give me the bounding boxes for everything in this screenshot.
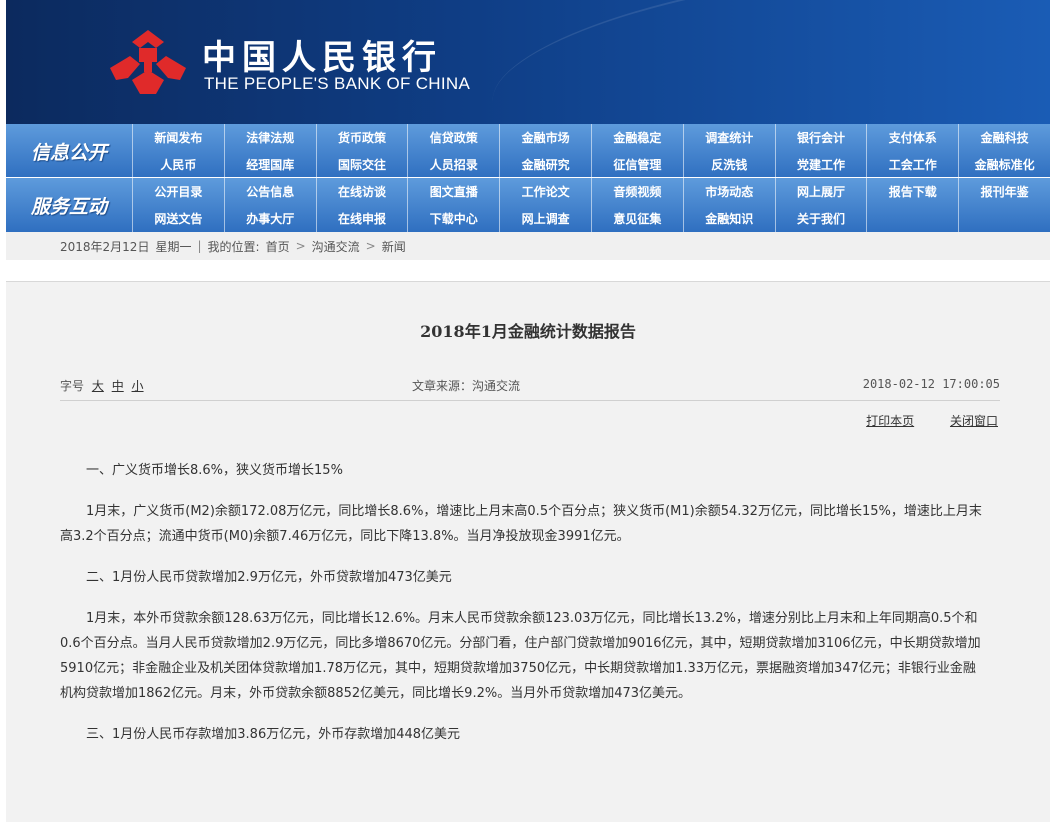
nav-service-interaction: 服务互动 公开目录 公告信息 在线访谈 图文直播 工作论文 音频视频 市场动态 … xyxy=(6,178,1050,232)
nav-item[interactable]: 意见征集 xyxy=(591,205,683,232)
nav-item[interactable]: 在线申报 xyxy=(315,205,408,232)
breadcrumb-home-link[interactable]: 首页 xyxy=(266,238,290,255)
current-weekday: 星期一 xyxy=(155,239,192,254)
article-body: 一、广义货币增长8.6%，狭义货币增长15% 1月末，广义货币(M2)余额172… xyxy=(60,458,986,763)
nav-item[interactable]: 金融科技 xyxy=(958,124,1050,151)
nav-item[interactable]: 经理国库 xyxy=(223,151,316,178)
banner-decoration xyxy=(481,0,1050,124)
chevron-right-icon: > xyxy=(365,239,376,253)
article-title: 2018年1月金融统计数据报告 xyxy=(420,322,636,341)
site-title-en: THE PEOPLE'S BANK OF CHINA xyxy=(204,74,471,93)
nav-item[interactable]: 报刊年鉴 xyxy=(958,178,1050,205)
nav-item[interactable]: 法律法规 xyxy=(223,124,316,151)
nav-section-label[interactable]: 信息公开 xyxy=(6,124,132,178)
nav-item[interactable]: 报告下载 xyxy=(866,178,958,205)
article-datetime: 2018-02-12 17:00:05 xyxy=(862,377,1000,391)
breadcrumb-communication-link[interactable]: 沟通交流 xyxy=(312,238,360,255)
nav-item[interactable]: 网上调查 xyxy=(499,205,591,232)
nav-info-disclosure: 信息公开 新闻发布 法律法规 货币政策 信贷政策 金融市场 金融稳定 调查统计 … xyxy=(6,124,1050,178)
nav-item-empty xyxy=(958,205,1050,232)
nav-item[interactable]: 国际交往 xyxy=(315,151,408,178)
nav-item[interactable]: 市场动态 xyxy=(682,178,775,205)
article-actions: 打印本页 关闭窗口 xyxy=(834,412,998,429)
nav-item[interactable]: 货币政策 xyxy=(315,124,408,151)
chevron-right-icon: > xyxy=(295,239,306,253)
meta-divider xyxy=(60,400,1000,401)
close-window-link[interactable]: 关闭窗口 xyxy=(950,414,998,428)
article-source: 文章来源：沟通交流 xyxy=(412,379,521,393)
breadcrumb-news-link[interactable]: 新闻 xyxy=(382,238,406,255)
current-date: 2018年2月12日 xyxy=(60,239,150,254)
font-size-medium-link[interactable]: 中 xyxy=(112,379,124,393)
nav-item[interactable]: 金融标准化 xyxy=(958,151,1050,178)
nav-item[interactable]: 图文直播 xyxy=(407,178,499,205)
nav-item[interactable]: 新闻发布 xyxy=(132,124,224,151)
nav-item-empty xyxy=(866,205,958,232)
nav-item[interactable]: 党建工作 xyxy=(774,151,867,178)
article-panel: 2018年1月金融统计数据报告 字号 大 中 小 文章来源：沟通交流 2018-… xyxy=(6,281,1050,822)
site-title-cn: 中国人民银行 xyxy=(202,38,442,78)
font-size-small-link[interactable]: 小 xyxy=(132,379,144,393)
breadcrumb-divider: | xyxy=(197,239,202,253)
nav-item[interactable]: 支付体系 xyxy=(866,124,958,151)
nav-grid: 新闻发布 法律法规 货币政策 信贷政策 金融市场 金融稳定 调查统计 银行会计 … xyxy=(132,124,1050,178)
font-size-label: 字号 xyxy=(60,379,85,393)
nav-item[interactable]: 金融研究 xyxy=(499,151,591,178)
nav-item[interactable]: 金融知识 xyxy=(682,205,775,232)
nav-item[interactable]: 音频视频 xyxy=(591,178,683,205)
section-heading: 一、广义货币增长8.6%，狭义货币增长15% xyxy=(86,463,343,478)
nav-item[interactable]: 关于我们 xyxy=(774,205,867,232)
article-meta: 字号 大 中 小 文章来源：沟通交流 2018-02-12 17:00:05 xyxy=(60,374,1000,396)
nav-item[interactable]: 人民币 xyxy=(132,151,224,178)
nav-item[interactable]: 反洗钱 xyxy=(682,151,775,178)
nav-item[interactable]: 金融稳定 xyxy=(591,124,683,151)
section-paragraph: 1月末，广义货币(M2)余额172.08万亿元，同比增长8.6%，增速比上月末高… xyxy=(60,504,982,544)
print-page-link[interactable]: 打印本页 xyxy=(866,414,914,428)
breadcrumb: 2018年2月12日 星期一 | 我的位置: 首页 > 沟通交流 > 新闻 xyxy=(6,232,1050,260)
nav-section-label[interactable]: 服务互动 xyxy=(6,178,132,232)
nav-item[interactable]: 办事大厅 xyxy=(223,205,316,232)
nav-item[interactable]: 下载中心 xyxy=(407,205,499,232)
pboc-logo-icon[interactable] xyxy=(106,28,190,100)
section-paragraph: 1月末，本外币贷款余额128.63万亿元，同比增长12.6%。月末人民币贷款余额… xyxy=(60,611,981,701)
nav-item[interactable]: 工会工作 xyxy=(866,151,958,178)
location-label: 我的位置: xyxy=(207,239,260,254)
section-heading: 三、1月份人民币存款增加3.86万亿元，外币存款增加448亿美元 xyxy=(86,727,461,742)
nav-item[interactable]: 公告信息 xyxy=(223,178,316,205)
nav-item[interactable]: 公开目录 xyxy=(132,178,224,205)
nav-item[interactable]: 网上展厅 xyxy=(774,178,867,205)
nav-item[interactable]: 信贷政策 xyxy=(407,124,499,151)
header-banner: 中国人民银行 THE PEOPLE'S BANK OF CHINA xyxy=(6,0,1050,124)
nav-item[interactable]: 银行会计 xyxy=(774,124,867,151)
nav-item[interactable]: 在线访谈 xyxy=(315,178,408,205)
nav-item[interactable]: 征信管理 xyxy=(591,151,683,178)
nav-item[interactable]: 人员招录 xyxy=(407,151,499,178)
font-size-large-link[interactable]: 大 xyxy=(92,379,104,393)
nav-item[interactable]: 调查统计 xyxy=(682,124,775,151)
nav-grid: 公开目录 公告信息 在线访谈 图文直播 工作论文 音频视频 市场动态 网上展厅 … xyxy=(132,178,1050,232)
nav-item[interactable]: 网送文告 xyxy=(132,205,224,232)
nav-item[interactable]: 工作论文 xyxy=(499,178,591,205)
section-heading: 二、1月份人民币贷款增加2.9万亿元，外币贷款增加473亿美元 xyxy=(86,570,452,585)
font-size-controls: 字号 大 中 小 xyxy=(60,377,144,394)
nav-item[interactable]: 金融市场 xyxy=(499,124,591,151)
